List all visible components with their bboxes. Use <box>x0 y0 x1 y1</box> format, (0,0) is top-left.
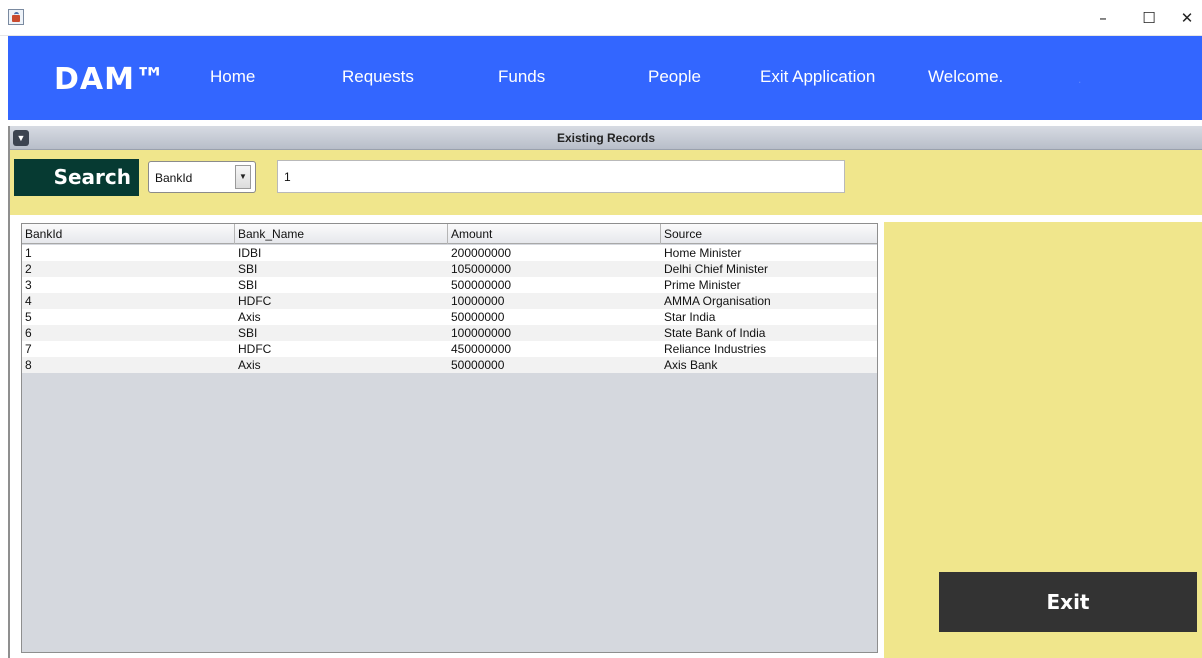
table-row[interactable]: 4 HDFC 10000000 AMMA Organisation <box>22 293 877 309</box>
cell-bankid: 7 <box>25 342 32 356</box>
table-row[interactable]: 1 IDBI 200000000 Home Minister <box>22 245 877 261</box>
cell-bankid: 8 <box>25 358 32 372</box>
app-logo: DAM™ <box>54 62 166 97</box>
cell-amount: 50000000 <box>451 358 505 372</box>
table-row[interactable]: 6 SBI 100000000 State Bank of India <box>22 325 877 341</box>
cell-amount: 500000000 <box>451 278 512 292</box>
cell-bankid: 5 <box>25 310 32 324</box>
welcome-label: Welcome. <box>928 67 1004 86</box>
search-bar: Search BankId ▼ <box>10 150 1202 215</box>
side-panel: Exit <box>884 222 1202 658</box>
column-header-amount[interactable]: Amount <box>448 224 661 244</box>
table-row[interactable]: 7 HDFC 450000000 Reliance Industries <box>22 341 877 357</box>
nav-requests[interactable]: Requests <box>342 67 414 87</box>
nav-people[interactable]: People <box>648 67 701 87</box>
cell-bankid: 6 <box>25 326 32 340</box>
records-table[interactable]: BankId Bank_Name Amount Source 1 IDBI 20… <box>21 223 878 653</box>
existing-records-frame: ▼ Existing Records Search BankId ▼ BankI… <box>8 126 1202 658</box>
frame-title: Existing Records <box>556 131 656 145</box>
cell-bank-name: SBI <box>238 262 258 276</box>
cell-source: Delhi Chief Minister <box>664 262 769 276</box>
java-app-icon <box>8 9 24 25</box>
cell-source: Reliance Industries <box>664 342 767 356</box>
cell-source: Home Minister <box>664 246 742 260</box>
cell-bank-name: SBI <box>238 278 258 292</box>
cell-source: Star India <box>664 310 716 324</box>
chevron-down-icon[interactable]: ▼ <box>235 165 251 189</box>
window-title-bar: – ☐ ✕ <box>0 0 1202 36</box>
cell-amount: 50000000 <box>451 310 505 324</box>
minimize-button[interactable]: – <box>1080 0 1126 36</box>
maximize-button[interactable]: ☐ <box>1126 0 1172 36</box>
cell-bankid: 3 <box>25 278 32 292</box>
cell-source: Prime Minister <box>664 278 741 292</box>
band-separator <box>10 215 1202 222</box>
cell-bankid: 2 <box>25 262 32 276</box>
search-field-dropdown[interactable]: BankId ▼ <box>148 161 256 193</box>
search-field-selected: BankId <box>155 171 193 185</box>
table-row[interactable]: 8 Axis 50000000 Axis Bank <box>22 357 877 373</box>
column-header-bank-name[interactable]: Bank_Name <box>235 224 448 244</box>
column-header-source[interactable]: Source <box>661 224 877 244</box>
cell-amount: 450000000 <box>451 342 512 356</box>
cell-bank-name: HDFC <box>238 294 272 308</box>
nav-exit-application[interactable]: Exit Application <box>760 67 875 87</box>
cell-bankid: 1 <box>25 246 32 260</box>
table-row[interactable]: 3 SBI 500000000 Prime Minister <box>22 277 877 293</box>
cell-amount: 100000000 <box>451 326 512 340</box>
cell-amount: 200000000 <box>451 246 512 260</box>
frame-title-bar: ▼ Existing Records <box>10 126 1202 150</box>
table-row[interactable]: 5 Axis 50000000 Star India <box>22 309 877 325</box>
search-label: Search <box>14 159 139 196</box>
cell-bank-name: Axis <box>238 358 261 372</box>
column-header-bankid[interactable]: BankId <box>22 224 235 244</box>
cell-bank-name: HDFC <box>238 342 272 356</box>
nav-home[interactable]: Home <box>210 67 255 87</box>
user-name-label: . <box>1078 72 1082 86</box>
table-body: 1 IDBI 200000000 Home Minister 2 SBI 105… <box>22 245 877 373</box>
cell-source: AMMA Organisation <box>664 294 771 308</box>
table-header: BankId Bank_Name Amount Source <box>22 224 877 244</box>
cell-bank-name: SBI <box>238 326 258 340</box>
cell-source: Axis Bank <box>664 358 718 372</box>
app-header: DAM™ Home Requests Funds People Exit App… <box>8 36 1202 120</box>
cell-bankid: 4 <box>25 294 32 308</box>
cell-amount: 10000000 <box>451 294 505 308</box>
cell-source: State Bank of India <box>664 326 766 340</box>
exit-button[interactable]: Exit <box>939 572 1197 632</box>
nav-funds[interactable]: Funds <box>498 67 545 87</box>
cell-amount: 105000000 <box>451 262 512 276</box>
search-input[interactable] <box>277 160 845 193</box>
table-row[interactable]: 2 SBI 105000000 Delhi Chief Minister <box>22 261 877 277</box>
close-button[interactable]: ✕ <box>1172 0 1202 36</box>
cell-bank-name: IDBI <box>238 246 262 260</box>
cell-bank-name: Axis <box>238 310 261 324</box>
